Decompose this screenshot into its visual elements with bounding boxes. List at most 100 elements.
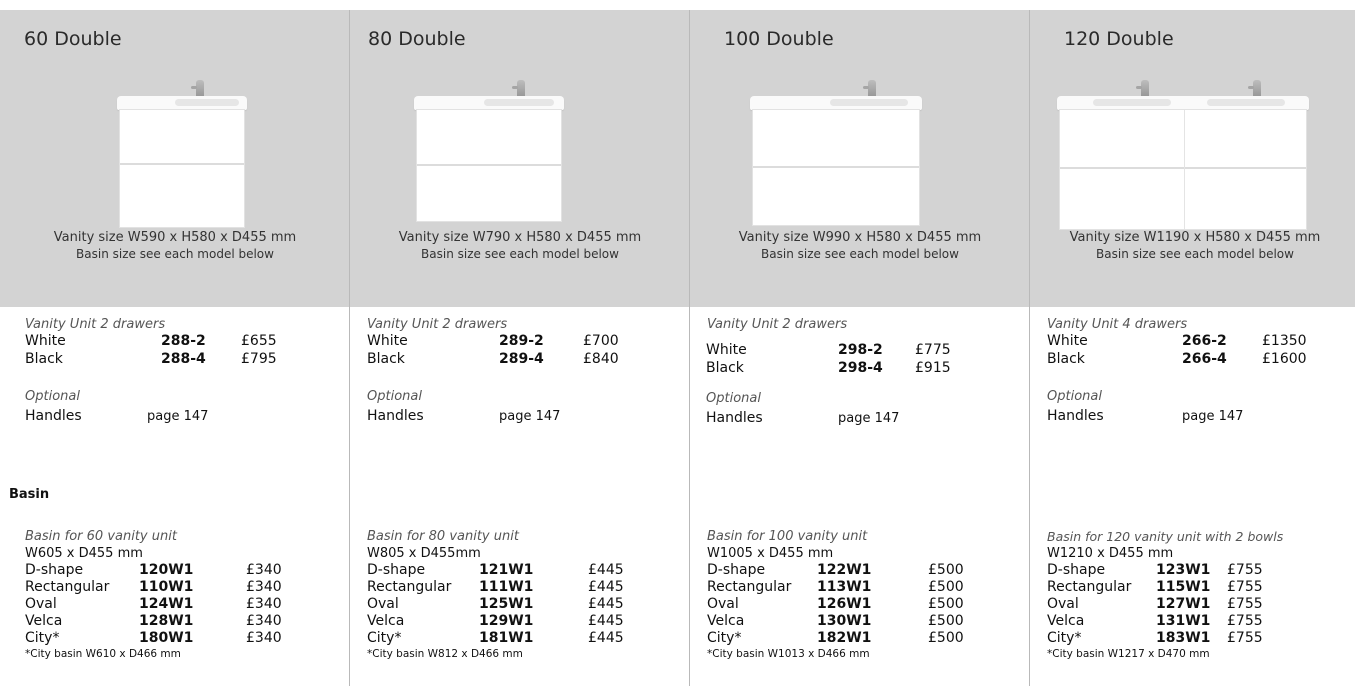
- product-title: 80 Double: [368, 28, 466, 50]
- vanity-size: Vanity size W990 x H580 x D455 mm: [738, 230, 982, 245]
- vanity-size: Vanity size W790 x H580 x D455 mm: [398, 230, 642, 245]
- basin-code: 123W1: [1156, 562, 1211, 578]
- basin-price: £445: [588, 630, 624, 646]
- basin-for-label: Basin for 80 vanity unit: [367, 529, 519, 544]
- basin-name: D-shape: [1047, 562, 1106, 578]
- basin-code: 127W1: [1156, 596, 1211, 612]
- product-title: 120 Double: [1064, 28, 1174, 50]
- basin-code: 129W1: [479, 613, 534, 629]
- unit-code: 298-4: [838, 360, 883, 376]
- basin-dimensions: W605 x D455 mm: [25, 546, 143, 561]
- basin-name: Oval: [1047, 596, 1079, 612]
- basin-price: £755: [1227, 613, 1263, 629]
- unit-code: 288-4: [161, 351, 206, 367]
- basin-name: City*: [25, 630, 60, 646]
- optional-label: Optional: [1047, 389, 1102, 404]
- vanity-unit-image: [750, 80, 922, 228]
- basin-price: £445: [588, 579, 624, 595]
- basin-price: £340: [246, 562, 282, 578]
- handles-label: Handles: [1047, 408, 1104, 424]
- handles-page-ref: page 147: [1182, 409, 1244, 424]
- handles-page-ref: page 147: [838, 411, 900, 426]
- basin-code: 130W1: [817, 613, 872, 629]
- basin-price: £500: [928, 613, 964, 629]
- basin-size-note: Basin size see each model below: [1096, 247, 1294, 261]
- basin-name: City*: [1047, 630, 1082, 646]
- basin-code: 115W1: [1156, 579, 1211, 595]
- vanity-size: Vanity size W590 x H580 x D455 mm: [53, 230, 297, 245]
- basin-code: 180W1: [139, 630, 194, 646]
- unit-name: White: [367, 333, 408, 349]
- handles-page-ref: page 147: [147, 409, 209, 424]
- basin-name: D-shape: [25, 562, 84, 578]
- unit-price: £1600: [1262, 351, 1307, 367]
- basin-name: City*: [367, 630, 402, 646]
- product-column-80: 80 Double Vanity size W790 x H580 x D455…: [350, 10, 689, 686]
- unit-price: £915: [915, 360, 951, 376]
- unit-code: 289-4: [499, 351, 544, 367]
- vanity-size: Vanity size W1190 x H580 x D455 mm: [1069, 230, 1321, 245]
- basin-price: £500: [928, 630, 964, 646]
- unit-price: £1350: [1262, 333, 1307, 349]
- basin-code: 122W1: [817, 562, 872, 578]
- basin-price: £445: [588, 596, 624, 612]
- unit-code: 266-4: [1182, 351, 1227, 367]
- basin-price: £500: [928, 562, 964, 578]
- unit-label: Vanity Unit 2 drawers: [367, 317, 508, 332]
- basin-price: £445: [588, 613, 624, 629]
- basin-name: Velca: [707, 613, 745, 629]
- unit-name: Black: [1047, 351, 1085, 367]
- basin-price: £340: [246, 579, 282, 595]
- basin-name: Rectangular: [1047, 579, 1132, 595]
- basin-code: 121W1: [479, 562, 534, 578]
- basin-name: D-shape: [367, 562, 426, 578]
- basin-dimensions: W805 x D455mm: [367, 546, 481, 561]
- basin-name: Oval: [367, 596, 399, 612]
- basin-name: Rectangular: [707, 579, 792, 595]
- unit-name: White: [706, 342, 747, 358]
- basin-for-label: Basin for 100 vanity unit: [707, 529, 868, 544]
- basin-for-label: Basin for 60 vanity unit: [25, 529, 177, 544]
- optional-label: Optional: [367, 389, 422, 404]
- unit-code: 288-2: [161, 333, 206, 349]
- handles-page-ref: page 147: [499, 409, 561, 424]
- product-column-100: 100 Double Vanity size W990 x H580 x D45…: [690, 10, 1029, 686]
- unit-price: £775: [915, 342, 951, 358]
- product-column-60: 60 Double Vanity size W590 x H580 x D455…: [0, 10, 349, 686]
- unit-price: £795: [241, 351, 277, 367]
- basin-dimensions: W1005 x D455 mm: [707, 546, 834, 561]
- basin-name: Oval: [25, 596, 57, 612]
- basin-name: Velca: [1047, 613, 1085, 629]
- basin-name: Velca: [25, 613, 63, 629]
- basin-size-note: Basin size see each model below: [421, 247, 619, 261]
- basin-name: Rectangular: [367, 579, 452, 595]
- basin-code: 125W1: [479, 596, 534, 612]
- basin-price: £340: [246, 613, 282, 629]
- handles-label: Handles: [367, 408, 424, 424]
- handles-label: Handles: [25, 408, 82, 424]
- unit-label: Vanity Unit 2 drawers: [25, 317, 166, 332]
- unit-name: Black: [367, 351, 405, 367]
- unit-label: Vanity Unit 4 drawers: [1047, 317, 1188, 332]
- unit-name: White: [25, 333, 66, 349]
- unit-price: £700: [583, 333, 619, 349]
- basin-code: 110W1: [139, 579, 194, 595]
- basin-code: 183W1: [1156, 630, 1211, 646]
- unit-name: Black: [25, 351, 63, 367]
- city-basin-footnote: *City basin W1217 x D470 mm: [1047, 648, 1210, 660]
- basin-code: 128W1: [139, 613, 194, 629]
- basin-size-note: Basin size see each model below: [76, 247, 274, 261]
- basin-price: £755: [1227, 579, 1263, 595]
- unit-name: White: [1047, 333, 1088, 349]
- basin-price: £500: [928, 579, 964, 595]
- basin-code: 126W1: [817, 596, 872, 612]
- basin-price: £755: [1227, 562, 1263, 578]
- basin-price: £755: [1227, 630, 1263, 646]
- product-title: 100 Double: [724, 28, 834, 50]
- basin-name: Rectangular: [25, 579, 110, 595]
- optional-label: Optional: [25, 389, 80, 404]
- unit-code: 289-2: [499, 333, 544, 349]
- basin-price: £340: [246, 596, 282, 612]
- basin-code: 113W1: [817, 579, 872, 595]
- basin-price: £340: [246, 630, 282, 646]
